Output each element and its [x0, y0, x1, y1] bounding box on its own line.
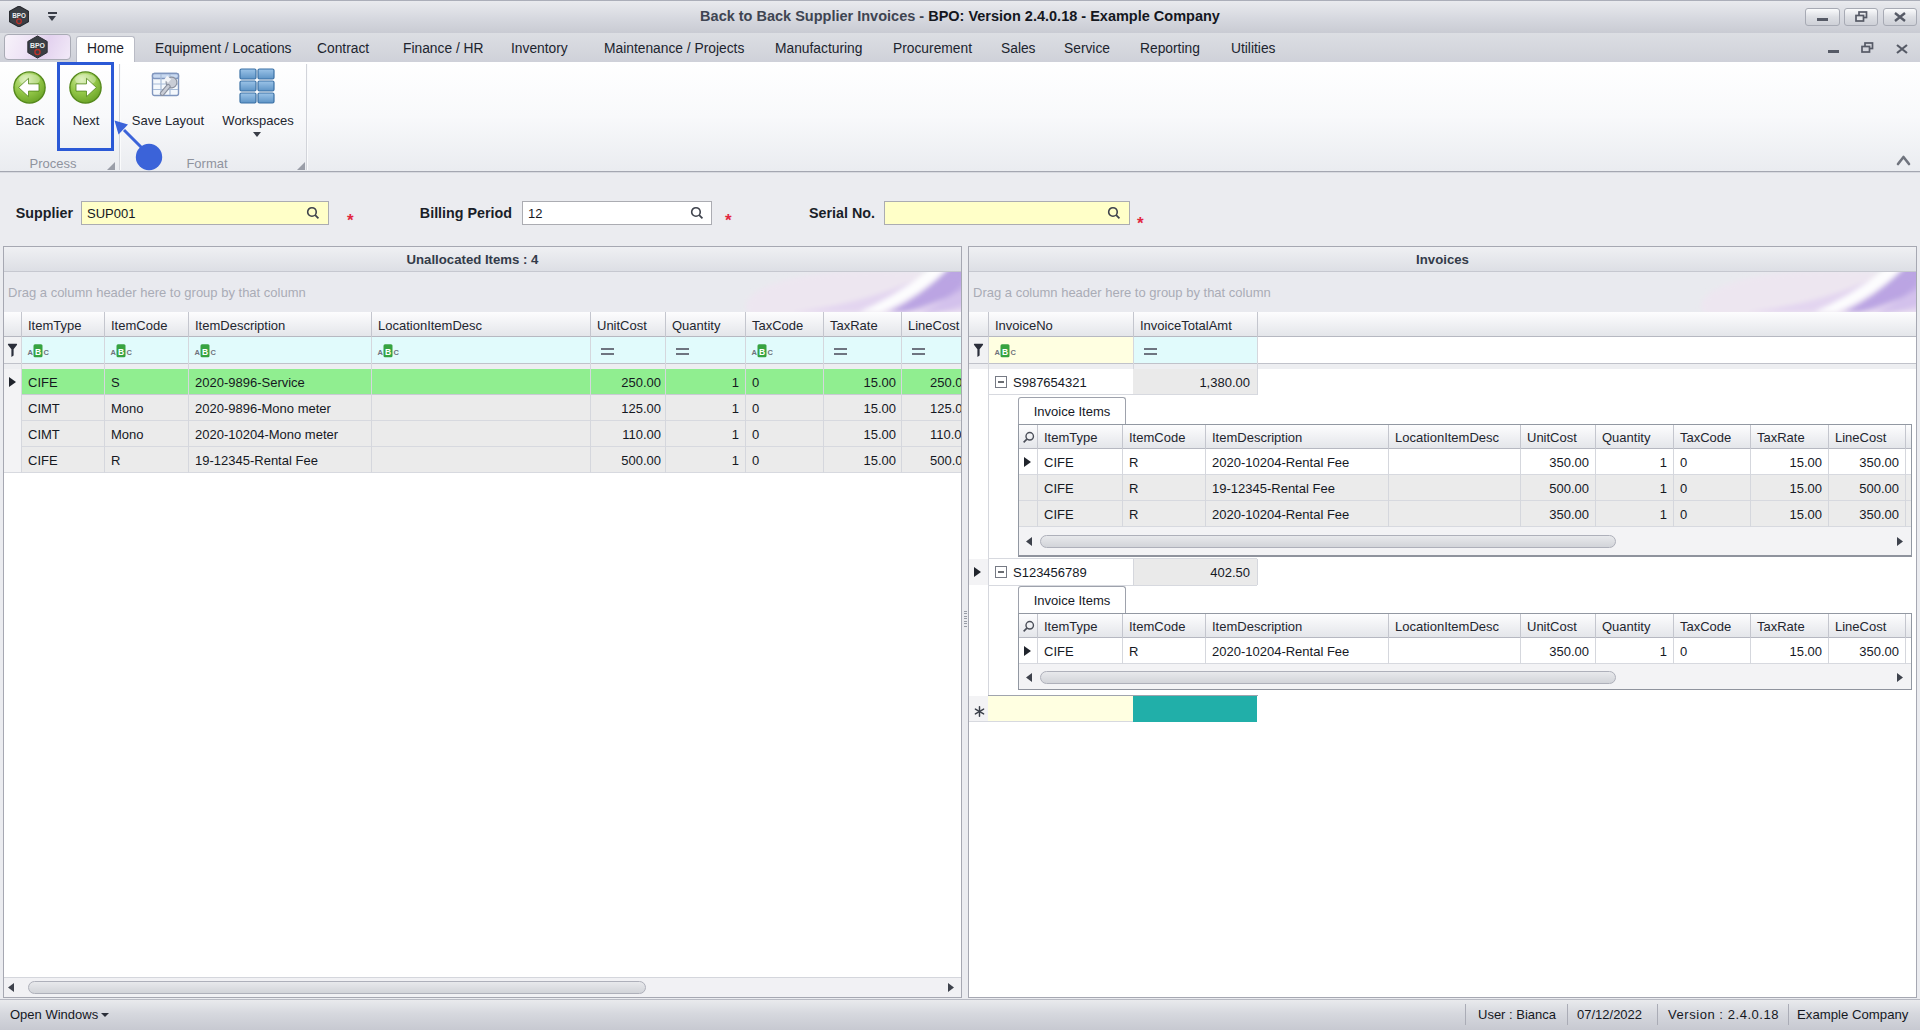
svg-text:BPO: BPO — [30, 42, 46, 49]
svg-text:BPO: BPO — [12, 12, 26, 19]
